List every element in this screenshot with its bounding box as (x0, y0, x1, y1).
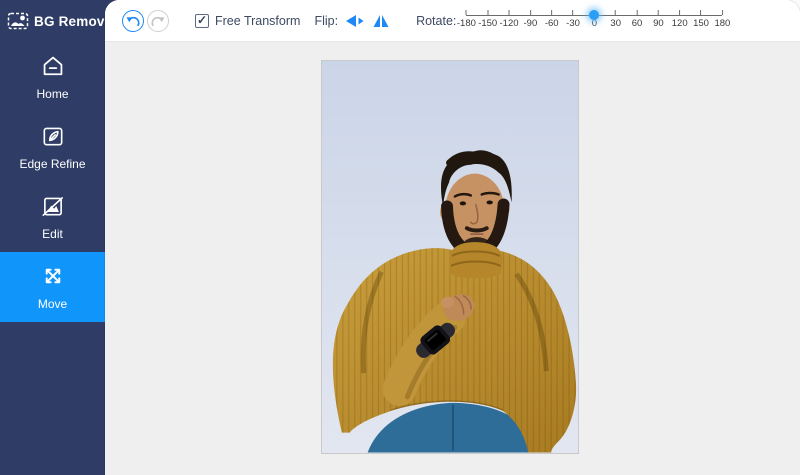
flip-horizontal-button[interactable] (345, 13, 365, 29)
sidebar-item-edge-refine[interactable]: Edge Refine (0, 112, 105, 182)
undo-button[interactable] (122, 10, 144, 32)
rotate-slider[interactable]: -180-150-120-90-60-300306090120150180 (466, 0, 722, 42)
toolbar: Free Transform Flip: Rotate: -180-150-12… (105, 0, 800, 42)
sidebar-item-home[interactable]: Home (0, 42, 105, 112)
rotate-tick-90: 90 (653, 0, 664, 29)
bg-remover-logo-icon (7, 10, 29, 32)
rotate-label: Rotate: (416, 14, 456, 28)
sidebar-item-label: Home (36, 87, 68, 101)
rotate-tick--120: -120 (500, 0, 519, 29)
sidebar-item-label: Edge Refine (19, 157, 85, 171)
edge-refine-icon (40, 123, 66, 149)
sidebar-item-label: Move (38, 297, 67, 311)
redo-button[interactable] (147, 10, 169, 32)
rotate-tick--150: -150 (478, 0, 497, 29)
person-photo (322, 61, 578, 453)
canvas-image[interactable] (321, 60, 579, 454)
sidebar-item-label: Edit (42, 227, 63, 241)
home-icon (40, 53, 66, 79)
rotate-tick--180: -180 (457, 0, 476, 29)
app-logo: BG Remover (0, 0, 105, 42)
rotate-tick--30: -30 (566, 0, 580, 29)
move-arrows-icon (40, 263, 66, 289)
rotate-tick-30: 30 (610, 0, 621, 29)
main-panel: Free Transform Flip: Rotate: -180-150-12… (105, 0, 800, 475)
rotate-thumb[interactable] (589, 10, 599, 20)
rotate-tick-150: 150 (693, 0, 709, 29)
rotate-tick--60: -60 (545, 0, 559, 29)
free-transform-checkbox[interactable] (195, 14, 209, 28)
flip-vertical-button[interactable] (372, 13, 390, 29)
sidebar-item-edit[interactable]: Edit (0, 182, 105, 252)
free-transform-label: Free Transform (215, 14, 300, 28)
rotate-tick-180: 180 (714, 0, 730, 29)
rotate-tick--90: -90 (524, 0, 538, 29)
app-title: BG Remover (34, 14, 105, 29)
flip-label: Flip: (314, 14, 338, 28)
edit-image-icon (40, 193, 66, 219)
sidebar-item-move[interactable]: Move (0, 252, 105, 322)
rotate-tick-120: 120 (672, 0, 688, 29)
rotate-tick-60: 60 (632, 0, 643, 29)
